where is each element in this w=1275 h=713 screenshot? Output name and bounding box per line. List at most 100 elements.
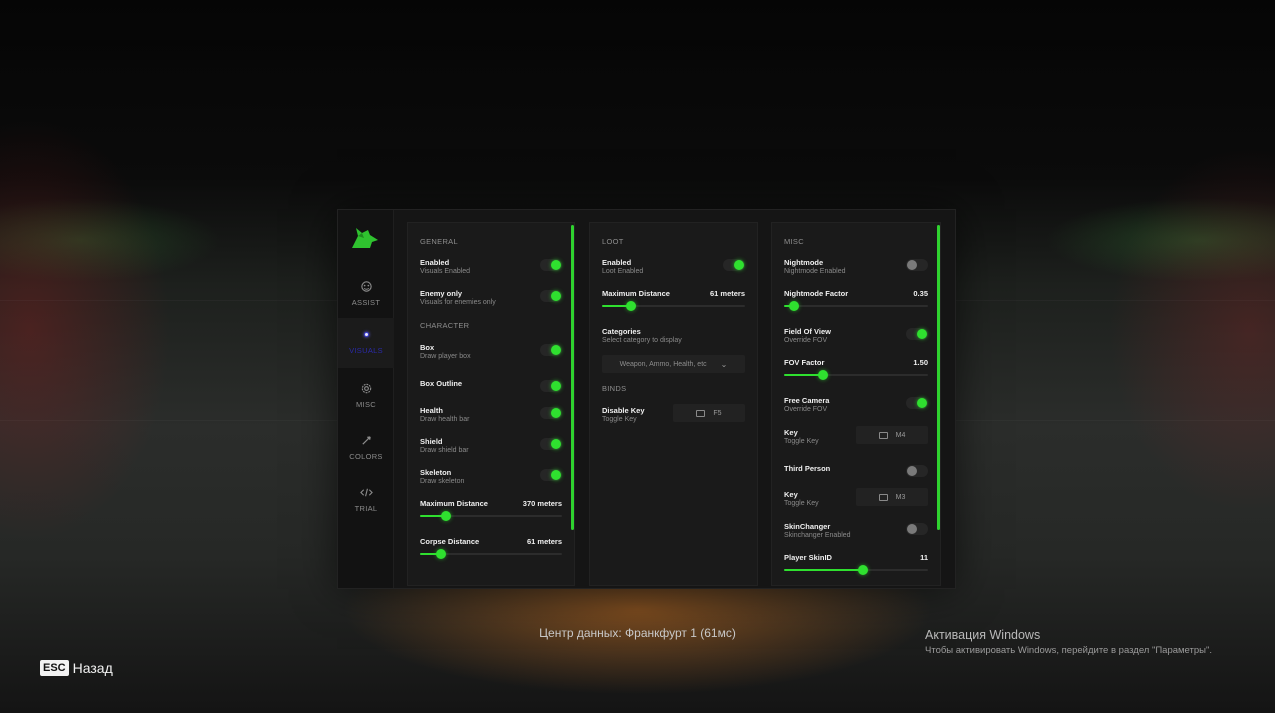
setting-subtitle: Toggle Key (602, 416, 637, 423)
keyboard-icon (878, 431, 888, 439)
toggle-field-of-view[interactable] (906, 328, 928, 340)
setting-value: 61 meters (709, 289, 745, 298)
setting-subtitle: Draw health bar (420, 416, 470, 423)
slider-loot-max-distance[interactable] (602, 301, 745, 311)
keybind-button-disable[interactable]: F5 (673, 404, 745, 422)
visuals-column: GENERAL Enabled Visuals Enabled Enemy on… (407, 222, 575, 586)
setting-maximum-distance: Maximum Distance 370 meters (420, 499, 562, 521)
activation-subtitle: Чтобы активировать Windows, перейдите в … (925, 645, 1212, 656)
scrollbar[interactable] (937, 225, 940, 530)
toggle-enabled[interactable] (540, 259, 562, 271)
setting-skeleton: Skeleton Draw skeleton (420, 468, 562, 490)
keybind-value: F5 (713, 409, 722, 417)
setting-player-skinid: Player SkinID 11 (784, 553, 928, 575)
back-label: Назад (72, 660, 113, 676)
setting-subtitle: Loot Enabled (602, 268, 644, 275)
keyboard-icon (696, 409, 706, 417)
toggle-free-camera[interactable] (906, 397, 928, 409)
section-header-loot: LOOT (602, 237, 624, 246)
setting-subtitle: Draw player box (420, 353, 471, 360)
toggle-third-person[interactable] (906, 465, 928, 477)
setting-title: Player SkinID (784, 553, 832, 562)
setting-value: 0.35 (913, 289, 928, 298)
keybind-value: M4 (895, 431, 906, 439)
setting-subtitle: Nightmode Enabled (784, 268, 846, 275)
setting-value: 370 meters (522, 499, 562, 508)
toggle-skinchanger[interactable] (906, 523, 928, 535)
wolf-logo-icon (352, 228, 378, 248)
toggle-box-outline[interactable] (540, 380, 562, 392)
setting-title: FOV Factor (784, 358, 825, 367)
slider-nightmode-factor[interactable] (784, 301, 928, 311)
setting-title: Box Outline (420, 379, 463, 388)
setting-nightmode-factor: Nightmode Factor 0.35 (784, 289, 928, 311)
back-button[interactable]: ESC Назад (40, 660, 113, 676)
slider-corpse-distance[interactable] (420, 549, 562, 559)
toggle-health[interactable] (540, 407, 562, 419)
toggle-shield[interactable] (540, 438, 562, 450)
setting-value: 1.50 (913, 358, 928, 367)
code-icon (359, 488, 373, 496)
setting-value: 61 meters (526, 537, 562, 546)
setting-loot-enabled: Enabled Loot Enabled (602, 258, 745, 280)
setting-box: Box Draw player box (420, 343, 562, 365)
setting-health: Health Draw health bar (420, 406, 562, 428)
section-header-binds: BINDS (602, 384, 627, 393)
sidebar-item-label: MISC (356, 399, 376, 409)
sidebar-item-assist[interactable]: ASSIST (338, 268, 394, 318)
setting-title: Corpse Distance (420, 537, 480, 546)
categories-dropdown[interactable]: Weapon, Ammo, Health, etc ⌄ (602, 355, 745, 373)
setting-title: Enabled (420, 258, 450, 267)
setting-title: Maximum Distance (602, 289, 670, 298)
setting-subtitle: Select category to display (602, 337, 682, 344)
sidebar-item-label: TRIAL (354, 503, 378, 513)
sidebar-item-misc[interactable]: MISC (338, 370, 394, 420)
keybind-value: M3 (895, 493, 906, 501)
setting-field-of-view: Field Of View Override FOV (784, 327, 928, 349)
setting-title: SkinChanger (784, 522, 831, 531)
toggle-box[interactable] (540, 344, 562, 356)
scrollbar[interactable] (571, 225, 574, 530)
setting-nightmode: Nightmode Nightmode Enabled (784, 258, 928, 280)
slider-player-skinid[interactable] (784, 565, 928, 575)
activation-title: Активация Windows (925, 628, 1041, 642)
slider-fov-factor[interactable] (784, 370, 928, 380)
keybind-button-third-person[interactable]: M3 (856, 488, 928, 506)
sidebar-item-trial[interactable]: TRIAL (338, 474, 394, 524)
setting-title: Categories (602, 327, 641, 336)
setting-loot-max-distance: Maximum Distance 61 meters (602, 289, 745, 311)
setting-subtitle: Visuals Enabled (420, 268, 471, 275)
toggle-nightmode[interactable] (906, 259, 928, 271)
setting-subtitle: Toggle Key (784, 500, 819, 507)
setting-enemy-only: Enemy only Visuals for enemies only (420, 289, 562, 311)
sidebar-item-label: VISUALS (349, 345, 383, 355)
toggle-skeleton[interactable] (540, 469, 562, 481)
sidebar-item-visuals[interactable]: VISUALS (338, 318, 394, 368)
slider-maximum-distance[interactable] (420, 511, 562, 521)
setting-title: Box (420, 343, 435, 352)
dot-icon (363, 331, 369, 337)
setting-subtitle: Skinchanger Enabled (784, 532, 851, 539)
setting-title: Key (784, 490, 798, 499)
setting-subtitle: Draw skeleton (420, 478, 465, 485)
setting-subtitle: Draw shield bar (420, 447, 469, 454)
setting-enabled: Enabled Visuals Enabled (420, 258, 562, 280)
setting-title: Shield (420, 437, 443, 446)
keyboard-icon (878, 493, 888, 501)
setting-subtitle: Visuals for enemies only (420, 299, 496, 306)
sidebar-item-colors[interactable]: COLORS (338, 422, 394, 472)
cheat-menu-panel: ASSIST VISUALS MISC COLORS TRIAL GENERAL… (337, 209, 956, 589)
setting-third-person: Third Person (784, 464, 928, 486)
setting-title: Health (420, 406, 443, 415)
sidebar-item-label: COLORS (349, 451, 383, 461)
sidebar: ASSIST VISUALS MISC COLORS TRIAL (338, 210, 394, 588)
toggle-enemy-only[interactable] (540, 290, 562, 302)
toggle-loot-enabled[interactable] (723, 259, 745, 271)
setting-title: Skeleton (420, 468, 452, 477)
setting-free-camera-key: Key Toggle Key M4 (784, 426, 928, 450)
setting-subtitle: Toggle Key (784, 438, 819, 445)
dropdown-value: Weapon, Ammo, Health, etc (619, 360, 707, 368)
keybind-button-free-camera[interactable]: M4 (856, 426, 928, 444)
pipette-icon (361, 435, 371, 445)
setting-corpse-distance: Corpse Distance 61 meters (420, 537, 562, 559)
